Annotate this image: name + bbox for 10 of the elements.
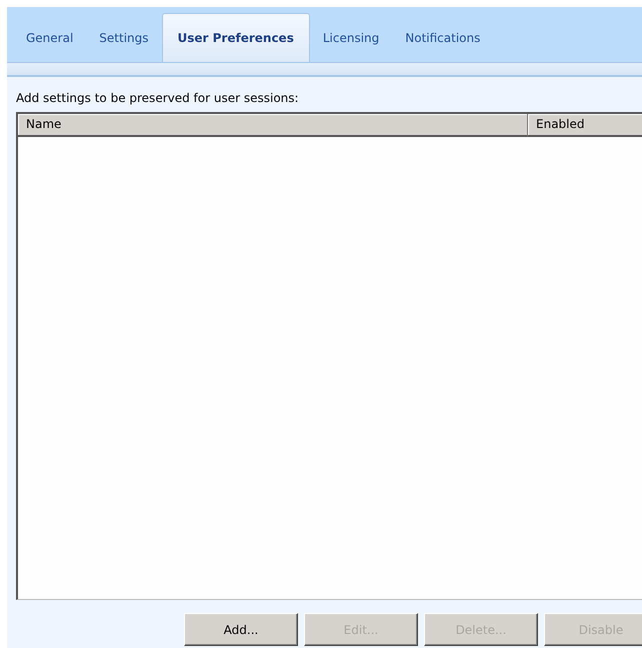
action-button[interactable]: Add... (184, 613, 298, 646)
tab[interactable]: Settings (86, 14, 162, 62)
tab[interactable]: Licensing (310, 14, 392, 62)
tab[interactable]: User Preferences (162, 13, 310, 62)
list-view[interactable]: Name Enabled (16, 112, 642, 600)
column-header[interactable]: Enabled (528, 114, 642, 137)
instruction-text: Add settings to be preserved for user sessions: (16, 91, 300, 105)
tab[interactable]: Notifications (392, 14, 494, 62)
tab[interactable]: General (13, 14, 86, 62)
column-header[interactable]: Name (18, 114, 528, 137)
